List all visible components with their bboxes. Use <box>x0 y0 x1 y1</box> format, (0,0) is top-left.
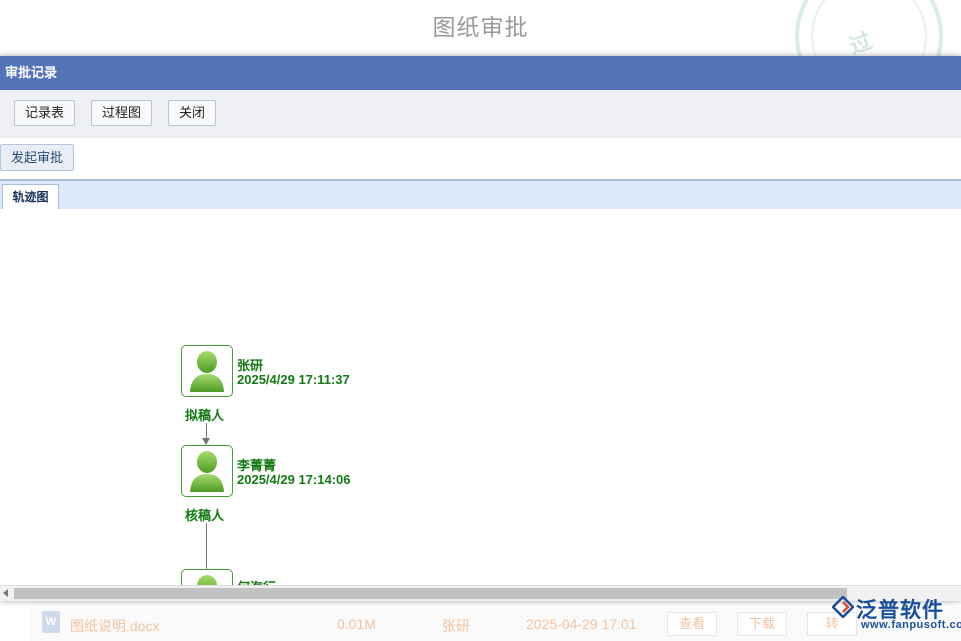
flow-connector <box>206 523 207 575</box>
dialog-title: 审批记录 <box>0 56 961 90</box>
download-button[interactable]: 下载 <box>737 612 787 636</box>
launch-row: 发起审批 <box>0 138 961 179</box>
file-uploader: 张研 <box>442 618 470 634</box>
process-chart-button[interactable]: 过程图 <box>91 100 152 126</box>
file-name[interactable]: 图纸说明.docx <box>70 616 159 636</box>
node-time: 2025/4/29 17:14:06 <box>237 472 351 487</box>
approver-node-1[interactable] <box>181 345 233 397</box>
approval-record-dialog: 审批记录 记录表 过程图 关闭 发起审批 轨迹图 张研 2025/4/29 17… <box>0 56 961 601</box>
launch-approval-button[interactable]: 发起审批 <box>0 144 74 171</box>
person-icon <box>190 351 224 392</box>
attachment-row: W 图纸说明.docx 0.01M 张研 2025-04-29 17:01 查看… <box>30 606 961 641</box>
logo-url: www.fanpusoft.com <box>861 619 961 631</box>
node-name: 何海行 <box>237 577 276 585</box>
approver-node-3[interactable] <box>181 569 233 585</box>
logo-mark-icon <box>832 596 854 618</box>
approver-node-2[interactable] <box>181 445 233 497</box>
tab-trace-chart[interactable]: 轨迹图 <box>2 184 59 210</box>
flow-arrow-icon <box>202 438 210 445</box>
scrollbar-thumb[interactable] <box>14 588 847 599</box>
node-time: 2025/4/29 17:11:37 <box>237 372 350 387</box>
file-size: 0.01M <box>337 616 376 632</box>
brand-logo: 泛普软件 www.fanpusoft.com <box>830 594 961 634</box>
record-table-button[interactable]: 记录表 <box>14 100 75 126</box>
background-header: 图纸审批 过 <box>0 0 961 110</box>
person-icon <box>190 451 224 492</box>
trace-canvas: 张研 2025/4/29 17:11:37 拟稿人 李菁菁 2025/4/29 … <box>0 209 961 585</box>
node-role: 核稿人 <box>185 508 225 523</box>
node-role: 拟稿人 <box>185 408 225 423</box>
person-icon <box>197 575 217 585</box>
dialog-toolbar: 记录表 过程图 关闭 <box>0 90 961 138</box>
view-button[interactable]: 查看 <box>667 612 717 636</box>
word-file-icon: W <box>42 611 60 633</box>
horizontal-scrollbar[interactable] <box>0 585 961 601</box>
tab-bar: 轨迹图 <box>0 179 961 210</box>
scroll-left-arrow-icon[interactable] <box>3 589 8 597</box>
file-date: 2025-04-29 17:01 <box>526 616 637 632</box>
close-button[interactable]: 关闭 <box>168 100 216 126</box>
